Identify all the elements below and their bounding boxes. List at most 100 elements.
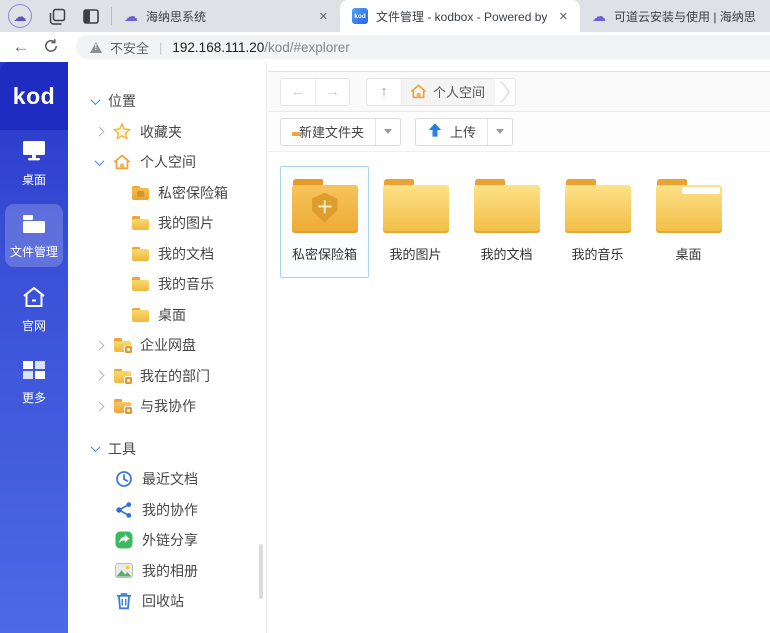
new-folder-button[interactable]: 新建文件夹: [281, 119, 375, 145]
tree-label: 企业网盘: [140, 335, 196, 355]
action-toolbar: 新建文件夹 上传: [268, 112, 770, 152]
sidebar-toggle-icon[interactable]: [83, 9, 99, 24]
file-item-my-pictures[interactable]: 我的图片: [371, 166, 460, 278]
url-text: 192.168.111.20/kod/#explorer: [172, 40, 349, 55]
upload-button-group: 上传: [415, 118, 513, 146]
upload-dropdown-button[interactable]: [487, 119, 512, 145]
security-label: 不安全: [110, 38, 149, 57]
chevron-right-icon[interactable]: [92, 403, 106, 410]
back-button[interactable]: ←: [281, 79, 315, 105]
tree-item-recent-documents[interactable]: 最近文档: [68, 464, 266, 495]
browser-tab-kodbox-active[interactable]: kod 文件管理 - kodbox - Powered by ✕: [340, 0, 580, 32]
file-name: 我的图片: [389, 244, 441, 263]
breadcrumb-segment-personal-space[interactable]: 个人空间: [401, 79, 495, 105]
file-name: 我的文档: [480, 244, 532, 263]
tree-item-my-pictures[interactable]: 我的图片: [68, 208, 266, 239]
kod-favicon-icon: kod: [352, 8, 368, 24]
star-icon: [112, 123, 132, 140]
folder-vault-icon: [130, 186, 150, 200]
browser-reload-icon[interactable]: [36, 37, 66, 57]
chevron-down-icon[interactable]: [88, 98, 102, 105]
tree-label: 与我协作: [140, 396, 196, 416]
tree-label: 位置: [108, 91, 136, 111]
breadcrumb-label: 个人空间: [433, 82, 485, 101]
tree-item-private-safe[interactable]: 私密保险箱: [68, 178, 266, 209]
tree-item-favorites[interactable]: 收藏夹: [68, 117, 266, 148]
tree-label: 最近文档: [142, 469, 198, 489]
file-name: 我的音乐: [571, 244, 623, 263]
breadcrumb: ↑ 个人空间: [366, 78, 516, 106]
tree-item-my-albums[interactable]: 我的相册: [68, 556, 266, 587]
forward-button[interactable]: →: [315, 79, 349, 105]
browser-tab-kodcloud-docs[interactable]: ☁ 可道云安装与使用 | 海纳思: [580, 0, 770, 32]
share-nodes-icon: [114, 501, 134, 519]
sidebar-item-more[interactable]: 更多: [5, 350, 63, 413]
folder-icon: [474, 179, 540, 233]
folder-icon: [656, 179, 722, 233]
browser-cloud-logo-icon[interactable]: ☁: [8, 4, 32, 28]
tree-item-my-music[interactable]: 我的音乐: [68, 269, 266, 300]
tree-label: 私密保险箱: [158, 183, 228, 203]
folder-icon: [565, 179, 631, 233]
tree-section-file-types[interactable]: 文件类型: [68, 627, 266, 633]
sidebar-item-label: 桌面: [22, 171, 46, 188]
tree-item-external-share[interactable]: 外链分享: [68, 525, 266, 556]
tab-stack-icon[interactable]: [49, 8, 66, 25]
file-name: 桌面: [675, 244, 701, 263]
tree-item-desktop[interactable]: 桌面: [68, 300, 266, 331]
folder-vault-icon: [292, 179, 358, 233]
file-item-private-safe[interactable]: 私密保险箱: [280, 166, 369, 278]
tree-item-recycle-bin[interactable]: 回收站: [68, 586, 266, 617]
chevron-right-icon[interactable]: [92, 342, 106, 349]
sidebar-item-desktop[interactable]: 桌面: [5, 130, 63, 195]
file-grid: 私密保险箱 我的图片 我的文档 我的音乐: [268, 152, 770, 278]
tree-section-location[interactable]: 位置: [68, 86, 266, 117]
kodbox-app: kod 桌面 文件管理: [0, 62, 770, 633]
tree-item-my-documents[interactable]: 我的文档: [68, 239, 266, 270]
chevron-right-icon[interactable]: [92, 128, 106, 135]
new-folder-button-group: 新建文件夹: [280, 118, 401, 146]
tree-section-tools[interactable]: 工具: [68, 434, 266, 465]
close-tab-icon[interactable]: ✕: [555, 8, 572, 25]
tree-item-enterprise-drive[interactable]: 企业网盘: [68, 330, 266, 361]
folder-icon: [383, 179, 449, 233]
tree-item-personal-space[interactable]: 个人空间: [68, 147, 266, 178]
browser-tab-hainasi[interactable]: ☁ 海纳思系统 ✕: [112, 0, 340, 32]
desktop-icon: [21, 139, 47, 166]
file-item-desktop[interactable]: 桌面: [644, 166, 733, 278]
sidebar-item-file-manager[interactable]: 文件管理: [5, 204, 63, 267]
tree-label: 工具: [108, 439, 136, 459]
grid-icon: [21, 359, 47, 384]
close-tab-icon[interactable]: ✕: [315, 8, 332, 25]
tree-label: 我的文档: [158, 244, 214, 264]
app-sidebar: kod 桌面 文件管理: [0, 62, 68, 633]
chevron-right-icon[interactable]: [92, 372, 106, 379]
main-top-strip: [268, 62, 770, 72]
upload-button[interactable]: 上传: [416, 119, 487, 145]
new-folder-dropdown-button[interactable]: [375, 119, 400, 145]
chevron-down-icon[interactable]: [88, 445, 102, 452]
browser-back-icon[interactable]: ←: [6, 37, 36, 57]
tab-title: 可道云安装与使用 | 海纳思: [614, 8, 762, 25]
file-item-my-documents[interactable]: 我的文档: [462, 166, 551, 278]
file-item-my-music[interactable]: 我的音乐: [553, 166, 642, 278]
sidebar-item-label: 官网: [22, 317, 46, 334]
sidebar-item-label: 更多: [22, 389, 46, 406]
kod-logo[interactable]: kod: [0, 62, 68, 130]
up-button[interactable]: ↑: [367, 79, 401, 105]
browser-address-bar: ← 不安全 | 192.168.111.20/kod/#explorer: [0, 32, 770, 62]
tree-item-my-department[interactable]: 我在的部门: [68, 361, 266, 392]
tree-item-shared-with-me[interactable]: 与我协作: [68, 391, 266, 422]
upload-label: 上传: [450, 122, 476, 141]
tree-scrollbar[interactable]: [259, 544, 263, 599]
tree-item-my-collaboration[interactable]: 我的协作: [68, 495, 266, 526]
address-url-field[interactable]: 不安全 | 192.168.111.20/kod/#explorer: [76, 35, 770, 59]
home-icon: [21, 285, 47, 312]
file-browser-main: ← → ↑ 个人空间: [268, 62, 770, 633]
sidebar-item-website[interactable]: 官网: [5, 276, 63, 341]
cloud-favicon-icon: ☁: [592, 9, 606, 23]
clock-icon: [114, 470, 134, 488]
chevron-down-icon[interactable]: [92, 159, 106, 166]
folder-icon: [130, 247, 150, 261]
divider: |: [157, 40, 164, 55]
